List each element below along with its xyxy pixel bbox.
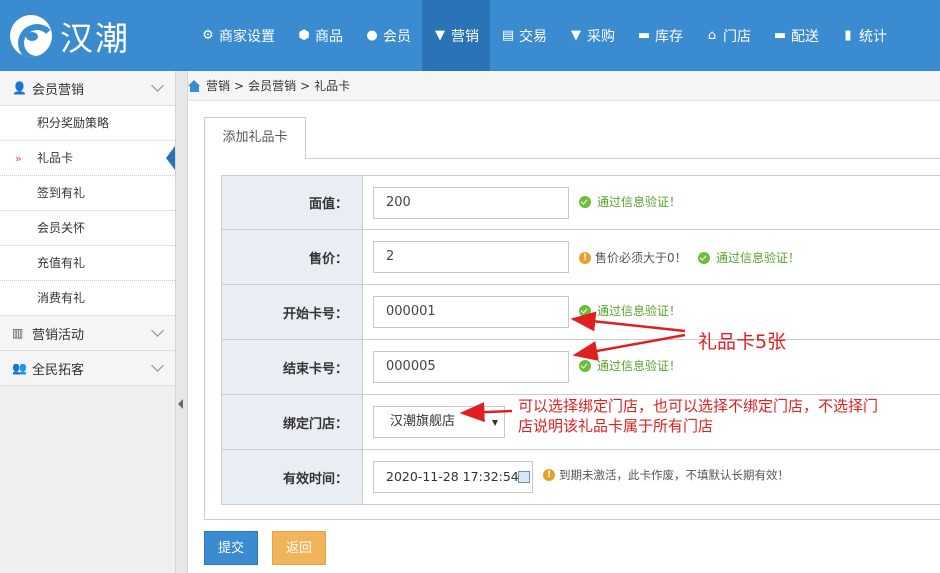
nav-item-statistics[interactable]: ▮ 统计: [830, 0, 898, 71]
price-input[interactable]: 2: [373, 241, 569, 273]
form-row-end-no: 结束卡号： 000005 通过信息验证！: [221, 340, 940, 395]
top-navbar: 汉潮 ⚙ 商家设置 ⬢ 商品 ● 会员 ▼ 营销 ▤ 交易 ▼ 采购 ▬ 库存 ⌂ 门店 ▬ 配送…: [0, 0, 940, 71]
sidebar-group-member-marketing[interactable]: 👤 会员营销: [0, 71, 175, 106]
form-panel: 面值： 200 通过信息验证！ 售价： 2 ! 售价必须大于0！ 通过信息验证！ …: [204, 158, 940, 520]
warehouse-icon: ▬: [637, 28, 651, 43]
submit-button[interactable]: 提交: [204, 531, 258, 565]
gear-icon: ⚙: [202, 28, 214, 43]
store-label: 绑定门店：: [222, 395, 363, 449]
sidebar-group-customer-acquisition[interactable]: 👥 全民拓客: [0, 351, 175, 386]
chevron-down-icon: [151, 79, 164, 92]
collapse-arrow-icon: [178, 399, 183, 409]
end-no-label: 结束卡号：: [222, 340, 363, 394]
end-no-input[interactable]: 000005: [373, 351, 569, 383]
price-ok-message: 通过信息验证！: [698, 249, 800, 266]
bar-chart-icon: ▮: [844, 28, 852, 43]
nav-item-delivery[interactable]: ▬ 配送: [762, 0, 830, 71]
nav-item-inventory[interactable]: ▬ 库存: [626, 0, 694, 71]
brand-logo[interactable]: 汉潮: [10, 10, 130, 62]
form-row-start-no: 开始卡号： 000001 通过信息验证！: [221, 285, 940, 340]
main-nav: ⚙ 商家设置 ⬢ 商品 ● 会员 ▼ 营销 ▤ 交易 ▼ 采购 ▬ 库存 ⌂ 门店 ▬ 配送 ▮ 统…: [190, 0, 898, 71]
breadcrumb-member-marketing[interactable]: 会员营销: [248, 77, 296, 94]
dropdown-caret-icon: [492, 420, 498, 426]
sidebar-item-gift-card[interactable]: » 礼品卡: [0, 141, 175, 176]
back-button[interactable]: 返回: [272, 531, 326, 565]
nav-item-transactions[interactable]: ▤ 交易: [490, 0, 558, 71]
gift-icon: ▥: [12, 326, 24, 340]
annotation-store-line1: 可以选择绑定门店，也可以选择不绑定门店，不选择门: [518, 397, 879, 415]
check-circle-icon: [579, 195, 591, 208]
clipboard-icon: ▤: [501, 28, 515, 43]
brand-name: 汉潮: [60, 19, 130, 58]
expire-hint-message: ! 到期未激活，此卡作废，不填默认长期有效！: [543, 467, 789, 483]
start-no-label: 开始卡号：: [222, 285, 363, 339]
cube-icon: ⬢: [298, 28, 310, 43]
sidebar: 👤 会员营销 积分奖励策略 » 礼品卡 签到有礼 会员关怀 充值有礼 消费有礼 ▥…: [0, 71, 176, 573]
chevron-down-icon: [151, 359, 164, 372]
face-value-label: 面值：: [222, 176, 363, 229]
nav-item-members[interactable]: ● 会员: [354, 0, 422, 71]
gift-card-form: 面值： 200 通过信息验证！ 售价： 2 ! 售价必须大于0！ 通过信息验证！ …: [221, 175, 940, 505]
nav-item-products[interactable]: ⬢ 商品: [286, 0, 354, 71]
start-no-input[interactable]: 000001: [373, 296, 569, 328]
info-icon: !: [543, 469, 555, 481]
nav-item-stores[interactable]: ⌂ 门店: [694, 0, 762, 71]
users-icon: 👥: [12, 361, 27, 375]
store-select[interactable]: 汉潮旗舰店: [373, 406, 505, 438]
active-marker-icon: »: [15, 152, 22, 165]
tab-add-gift-card[interactable]: 添加礼品卡: [204, 117, 306, 159]
sidebar-item-checkin-gifts[interactable]: 签到有礼: [0, 176, 175, 211]
price-label: 售价：: [222, 230, 363, 284]
face-value-ok-message: 通过信息验证！: [579, 193, 681, 210]
price-warning-message: ! 售价必须大于0！: [579, 249, 687, 266]
face-value-input[interactable]: 200: [373, 187, 569, 219]
sidebar-group-marketing-campaigns[interactable]: ▥ 营销活动: [0, 316, 175, 351]
annotation-card-count: 礼品卡5张: [698, 331, 787, 353]
main-content: 添加礼品卡 面值： 200 通过信息验证！ 售价： 2 ! 售价必须大于0！ 通过…: [204, 117, 940, 573]
breadcrumb-gift-card: 礼品卡: [314, 79, 351, 93]
sidebar-item-member-care[interactable]: 会员关怀: [0, 211, 175, 246]
end-no-ok-message: 通过信息验证！: [579, 357, 681, 374]
nav-item-marketing[interactable]: ▼ 营销: [422, 0, 490, 71]
start-no-ok-message: 通过信息验证！: [579, 302, 681, 319]
member-icon: 👤: [12, 81, 27, 95]
calendar-icon[interactable]: [518, 471, 530, 483]
nav-item-merchant-settings[interactable]: ⚙ 商家设置: [190, 0, 286, 71]
cup-icon: ▼: [435, 28, 445, 43]
chevron-down-icon: [151, 324, 164, 337]
warning-icon: !: [579, 251, 591, 264]
check-circle-icon: [579, 359, 591, 372]
truck-icon: ▬: [773, 28, 787, 43]
breadcrumb: 营销 > 会员营销 > 礼品卡: [188, 71, 940, 101]
form-row-price: 售价： 2 ! 售价必须大于0！ 通过信息验证！: [221, 230, 940, 285]
breadcrumb-marketing[interactable]: 营销: [206, 77, 230, 94]
annotation-store-line2: 店说明该礼品卡属于所有门店: [518, 417, 714, 435]
form-row-expire: 有效时间： 2020-11-28 17:32:54 ! 到期未激活，此卡作废，不填…: [221, 450, 940, 505]
user-icon: ●: [366, 28, 378, 43]
home-icon: ⌂: [707, 28, 717, 43]
sidebar-item-recharge-gifts[interactable]: 充值有礼: [0, 246, 175, 281]
check-circle-icon: [579, 304, 591, 317]
form-row-face-value: 面值： 200 通过信息验证！: [221, 175, 940, 230]
expire-label: 有效时间：: [222, 450, 363, 504]
sidebar-item-purchase-gifts[interactable]: 消费有礼: [0, 281, 175, 316]
sidebar-submenu: 积分奖励策略 » 礼品卡 签到有礼 会员关怀 充值有礼 消费有礼: [0, 106, 175, 316]
expire-datetime-input[interactable]: 2020-11-28 17:32:54: [373, 461, 533, 493]
home-icon[interactable]: [188, 80, 201, 92]
cart-icon: ▼: [571, 28, 581, 43]
logo-icon: [10, 15, 52, 57]
sidebar-item-points-rewards[interactable]: 积分奖励策略: [0, 106, 175, 141]
check-circle-icon: [698, 251, 710, 264]
nav-item-purchasing[interactable]: ▼ 采购: [558, 0, 626, 71]
sidebar-collapse-handle[interactable]: [176, 71, 188, 573]
